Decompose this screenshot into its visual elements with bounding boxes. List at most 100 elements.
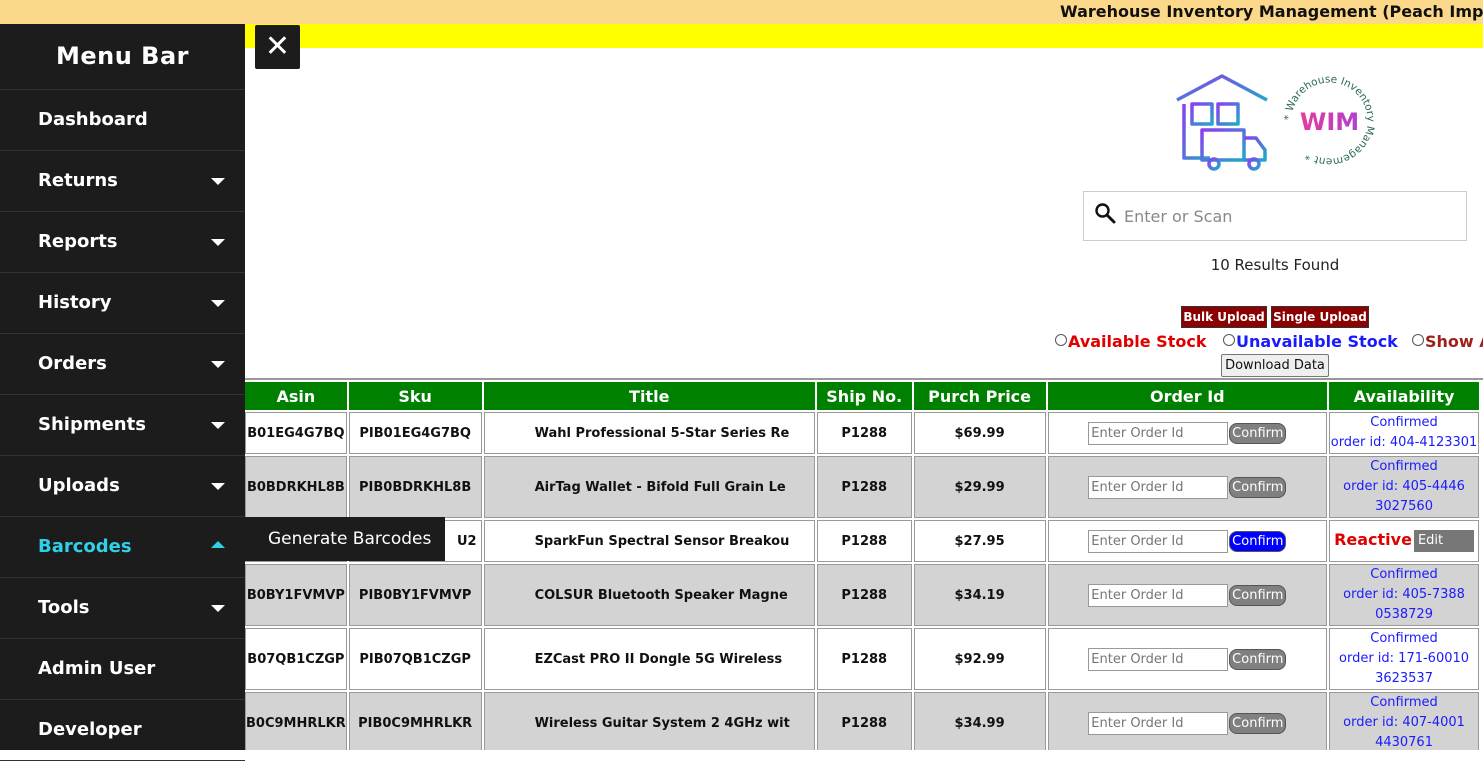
availability-order-id-cont: 0538729 [1375,607,1433,622]
close-sidebar-button[interactable]: ✕ [255,25,300,69]
sidebar-item-label: Orders [38,353,107,374]
search-box [1083,191,1467,241]
confirm-button[interactable]: Confirm [1229,476,1287,498]
caret-down-icon [211,300,225,307]
cell-price: $34.99 [913,692,1046,750]
sidebar-item-label: Developer [38,719,142,740]
cell-availability: Reactive Edit [1329,520,1479,562]
caret-down-icon [211,178,225,185]
radio-show-all[interactable] [1412,334,1424,346]
order-id-input[interactable] [1088,475,1229,499]
order-id-input[interactable] [1088,647,1229,671]
availability-order-id: order id: 405-7388 [1343,587,1465,602]
cell-ship-no: P1288 [816,520,912,562]
sidebar-item-label: Uploads [38,475,120,496]
header-ship-no[interactable]: Ship No. [816,382,912,410]
sidebar-item-label: Admin User [38,658,156,679]
sidebar-item-developer[interactable]: Developer [0,700,245,761]
sidebar-item-returns[interactable]: Returns [0,151,245,212]
sidebar-item-orders[interactable]: Orders [0,334,245,395]
availability-order-id: order id: 407-4001 [1343,715,1465,730]
sidebar-item-admin-user[interactable]: Admin User [0,639,245,700]
order-id-input[interactable] [1088,711,1229,735]
caret-down-icon [211,422,225,429]
cell-asin: B0BDRKHL8B [245,456,347,518]
radio-unavailable[interactable] [1223,334,1235,346]
cell-order-id: Confirm [1047,564,1328,626]
sidebar-item-label: Reports [38,231,118,252]
cell-price: $69.99 [913,412,1046,454]
cell-availability: Confirmed order id: 171-60010 3623537 [1329,628,1479,690]
bulk-upload-button[interactable]: Bulk Upload [1181,306,1267,328]
sidebar-item-reports[interactable]: Reports [0,212,245,273]
wim-logo: * Warehouse Inventory Management * WIM [1282,73,1376,167]
header-sku[interactable]: Sku [348,382,482,410]
order-id-input[interactable] [1088,529,1229,553]
filter-unavailable[interactable]: Unavailable Stock [1223,332,1398,351]
sidebar-item-tools[interactable]: Tools [0,578,245,639]
filter-unavailable-label: Unavailable Stock [1236,332,1398,351]
caret-down-icon [211,483,225,490]
submenu-generate-barcodes[interactable]: Generate Barcodes [245,517,445,561]
cell-sku: PIB01EG4G7BQ [348,412,482,454]
table-row: B07QB1CZGP PIB07QB1CZGP EZCast PRO II Do… [245,628,1479,690]
cell-asin: B0C9MHRLKR [245,692,347,750]
caret-up-icon [211,541,225,548]
filter-available[interactable]: Available Stock [1055,332,1206,351]
availability-status: Confirmed [1370,459,1438,474]
cell-order-id: Confirm [1047,412,1328,454]
cell-title: AirTag Wallet - Bifold Full Grain Le [483,456,815,518]
cell-ship-no: P1288 [816,564,912,626]
cell-sku: PIB0BDRKHL8B [348,456,482,518]
cell-ship-no: P1288 [816,628,912,690]
sidebar-item-dashboard[interactable]: Dashboard [0,90,245,151]
cell-title: EZCast PRO II Dongle 5G Wireless [483,628,815,690]
cell-price: $92.99 [913,628,1046,690]
cell-order-id: Confirm [1047,628,1328,690]
availability-order-id: order id: 171-60010 [1339,651,1470,666]
availability-status: Confirmed [1370,631,1438,646]
confirm-button[interactable]: Confirm [1229,584,1287,606]
sidebar-item-uploads[interactable]: Uploads [0,456,245,517]
header-availability[interactable]: Availability [1329,382,1479,410]
search-input[interactable] [1124,200,1454,232]
cell-title: Wahl Professional 5-Star Series Re [483,412,815,454]
cell-sku: PIB07QB1CZGP [348,628,482,690]
results-count: 10 Results Found [1210,256,1340,274]
caret-down-icon [211,605,225,612]
cell-order-id: Confirm [1047,520,1328,562]
confirm-button[interactable]: Confirm [1229,422,1287,444]
wim-text: WIM [1300,108,1359,136]
header-asin[interactable]: Asin [245,382,347,410]
filter-show-all[interactable]: Show A [1412,332,1483,351]
caret-down-icon [211,361,225,368]
cell-title: SparkFun Spectral Sensor Breakou [483,520,815,562]
confirm-button[interactable]: Confirm [1229,530,1287,552]
radio-available[interactable] [1055,334,1067,346]
availability-order-id: order id: 404-4123301 [1330,435,1478,450]
order-id-input[interactable] [1088,583,1229,607]
header-title[interactable]: Title [483,382,815,410]
edit-button[interactable]: Edit [1413,530,1474,553]
availability-order-id-cont: 3623537 [1375,671,1433,686]
header-order-id[interactable]: Order Id [1047,382,1328,410]
cell-availability: Confirmed order id: 404-4123301 [1329,412,1479,454]
cell-availability: Confirmed order id: 405-7388 0538729 [1329,564,1479,626]
search-icon [1095,203,1116,224]
order-id-input[interactable] [1088,421,1229,445]
close-icon: ✕ [264,29,291,64]
sidebar-title: Menu Bar [0,24,245,90]
availability-status: Confirmed [1370,567,1438,582]
top-banner: Warehouse Inventory Management (Peach Im… [0,0,1483,24]
sidebar-item-history[interactable]: History [0,273,245,334]
single-upload-button[interactable]: Single Upload [1271,306,1369,328]
sidebar-item-label: Returns [38,170,118,191]
sidebar-item-barcodes[interactable]: Barcodes [0,517,245,578]
sidebar-item-label: Tools [38,597,90,618]
confirm-button[interactable]: Confirm [1229,712,1287,734]
header-purch-price[interactable]: Purch Price [913,382,1046,410]
confirm-button[interactable]: Confirm [1229,648,1287,670]
sidebar-item-shipments[interactable]: Shipments [0,395,245,456]
download-data-button[interactable]: Download Data [1221,354,1329,377]
yellow-strip [245,24,1483,48]
